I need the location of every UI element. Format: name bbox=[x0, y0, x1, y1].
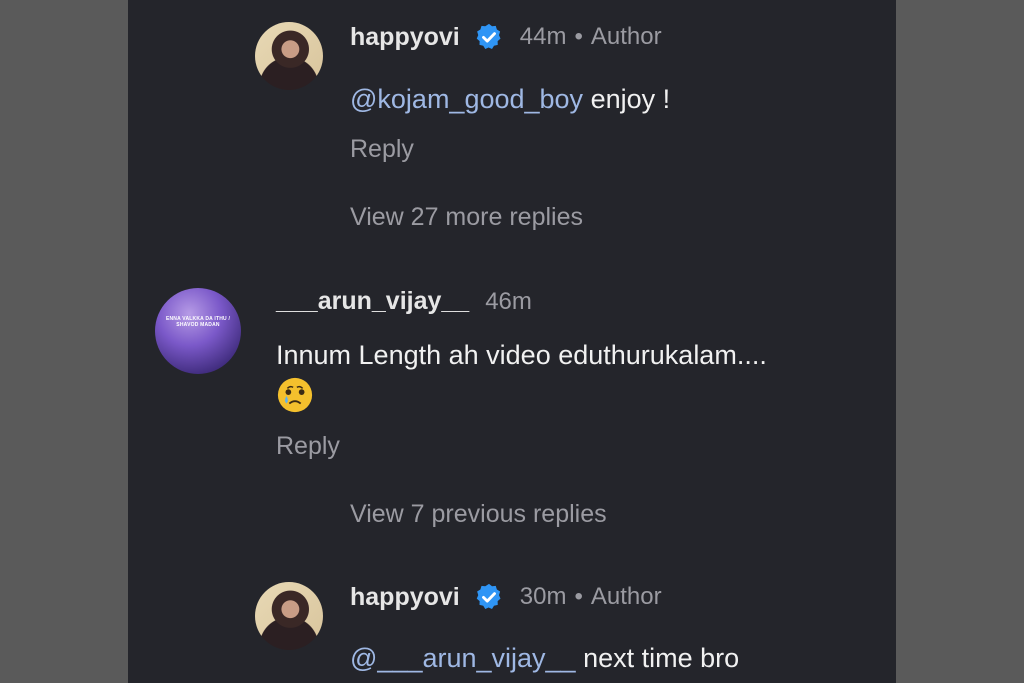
comments-screen: happyovi 44m • Author @kojam_good_boy en… bbox=[128, 0, 896, 683]
reply-button[interactable]: Reply bbox=[276, 432, 340, 461]
comment-body: enjoy ! bbox=[583, 84, 671, 114]
comment-header: ___arun_vijay__ 46m bbox=[276, 287, 532, 316]
avatar-caption: ENNA VALKKA DA ITHU / SHAVOD MADAN bbox=[165, 316, 231, 328]
avatar[interactable] bbox=[255, 22, 323, 90]
verified-badge-icon bbox=[476, 583, 501, 609]
comment-text: @___arun_vijay__ next time bro bbox=[350, 643, 739, 674]
comment-body: next time bro bbox=[575, 643, 740, 673]
username[interactable]: ___arun_vijay__ bbox=[276, 287, 469, 316]
comment-body: Innum Length ah video eduthurukalam.... bbox=[276, 340, 767, 370]
author-badge: Author bbox=[590, 583, 662, 610]
username[interactable]: happyovi bbox=[350, 583, 460, 612]
author-badge: Author bbox=[590, 23, 662, 50]
view-more-replies-button[interactable]: View 27 more replies bbox=[350, 203, 583, 232]
mention-link[interactable]: @kojam_good_boy bbox=[350, 84, 583, 114]
comment-text: @kojam_good_boy enjoy ! bbox=[350, 84, 670, 115]
comment-time: 46m bbox=[485, 287, 532, 315]
username[interactable]: happyovi bbox=[350, 23, 460, 52]
avatar[interactable] bbox=[255, 582, 323, 650]
separator-dot: • bbox=[574, 23, 583, 50]
reply-button[interactable]: Reply bbox=[350, 135, 414, 164]
comment-header: happyovi 44m • Author bbox=[350, 22, 662, 52]
view-previous-replies-button[interactable]: View 7 previous replies bbox=[350, 500, 607, 529]
verified-badge-icon bbox=[476, 23, 501, 49]
avatar[interactable]: ENNA VALKKA DA ITHU / SHAVOD MADAN bbox=[155, 288, 241, 374]
comment-time: 44m bbox=[519, 23, 567, 50]
separator-dot: • bbox=[574, 583, 583, 610]
crying-face-icon bbox=[277, 377, 313, 413]
mention-link[interactable]: @___arun_vijay__ bbox=[350, 643, 576, 673]
comment-header: happyovi 30m • Author bbox=[350, 582, 662, 612]
comment-time: 30m bbox=[519, 583, 567, 610]
